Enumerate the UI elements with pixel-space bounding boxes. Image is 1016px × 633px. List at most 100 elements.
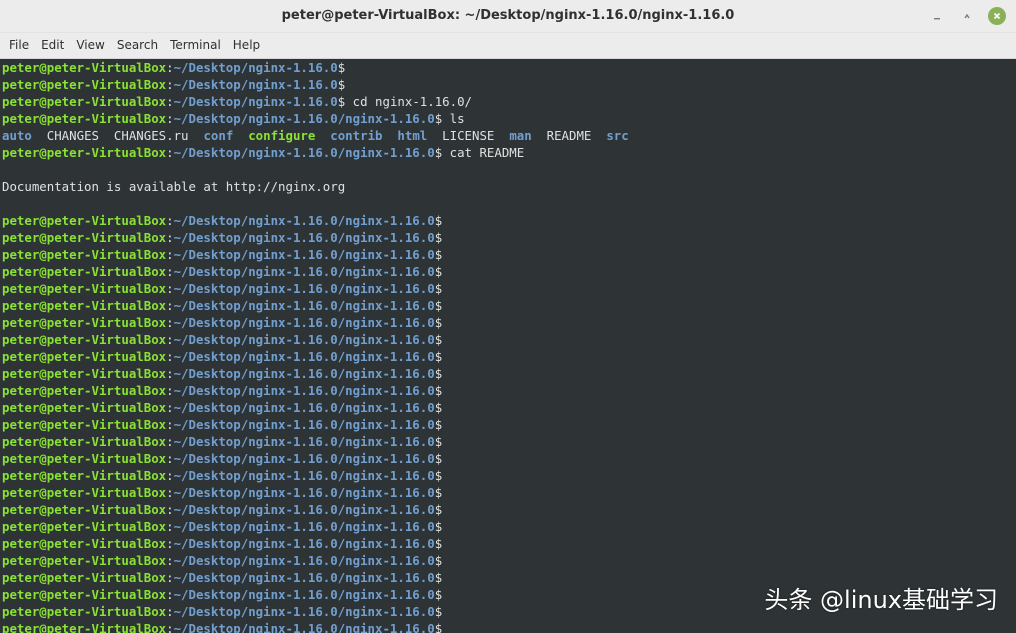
prompt-separator: : xyxy=(166,434,174,449)
prompt-dollar: $ xyxy=(337,60,346,75)
prompt-user: peter@peter-VirtualBox xyxy=(2,332,167,347)
watermark: 头条 @linux基础学习 xyxy=(764,586,998,614)
prompt-separator: : xyxy=(166,230,174,245)
ls-entry: README xyxy=(546,128,592,143)
prompt-dollar: $ xyxy=(434,604,443,619)
menu-help[interactable]: Help xyxy=(227,33,266,58)
window-controls xyxy=(928,7,1006,25)
prompt-dollar: $ xyxy=(434,383,443,398)
menu-terminal[interactable]: Terminal xyxy=(164,33,227,58)
menu-search[interactable]: Search xyxy=(111,33,164,58)
prompt-user: peter@peter-VirtualBox xyxy=(2,519,167,534)
prompt-separator: : xyxy=(166,519,174,534)
prompt-dollar: $ xyxy=(434,587,443,602)
prompt-path: ~/Desktop/nginx-1.16.0/nginx-1.16.0 xyxy=(173,349,435,364)
prompt-path: ~/Desktop/nginx-1.16.0 xyxy=(173,60,338,75)
maximize-button[interactable] xyxy=(958,7,976,25)
terminal-line: peter@peter-VirtualBox:~/Desktop/nginx-1… xyxy=(2,433,1016,450)
prompt-separator: : xyxy=(166,502,174,517)
prompt-user: peter@peter-VirtualBox xyxy=(2,315,167,330)
menu-view[interactable]: View xyxy=(70,33,110,58)
prompt-separator: : xyxy=(166,315,174,330)
ls-entry: conf xyxy=(203,128,234,143)
prompt-dollar: $ xyxy=(434,485,443,500)
terminal-line: peter@peter-VirtualBox:~/Desktop/nginx-1… xyxy=(2,59,1016,76)
terminal-line: peter@peter-VirtualBox:~/Desktop/nginx-1… xyxy=(2,348,1016,365)
prompt-dollar: $ xyxy=(434,553,443,568)
terminal-line: peter@peter-VirtualBox:~/Desktop/nginx-1… xyxy=(2,76,1016,93)
terminal-line: peter@peter-VirtualBox:~/Desktop/nginx-1… xyxy=(2,280,1016,297)
close-button[interactable] xyxy=(988,7,1006,25)
prompt-dollar: $ xyxy=(434,247,443,262)
prompt-user: peter@peter-VirtualBox xyxy=(2,451,167,466)
prompt-path: ~/Desktop/nginx-1.16.0/nginx-1.16.0 xyxy=(173,502,435,517)
prompt-dollar: $ xyxy=(434,621,443,633)
prompt-dollar: $ xyxy=(434,400,443,415)
prompt-separator: : xyxy=(166,111,174,126)
prompt-user: peter@peter-VirtualBox xyxy=(2,247,167,262)
prompt-separator: : xyxy=(166,60,174,75)
prompt-user: peter@peter-VirtualBox xyxy=(2,621,167,633)
menu-edit[interactable]: Edit xyxy=(35,33,70,58)
terminal-line: Documentation is available at http://ngi… xyxy=(2,178,1016,195)
prompt-user: peter@peter-VirtualBox xyxy=(2,587,167,602)
prompt-separator: : xyxy=(166,587,174,602)
prompt-separator: : xyxy=(166,536,174,551)
terminal-line: peter@peter-VirtualBox:~/Desktop/nginx-1… xyxy=(2,212,1016,229)
prompt-user: peter@peter-VirtualBox xyxy=(2,94,167,109)
ls-entry: html xyxy=(397,128,428,143)
prompt-separator: : xyxy=(166,451,174,466)
prompt-dollar: $ xyxy=(434,570,443,585)
prompt-path: ~/Desktop/nginx-1.16.0/nginx-1.16.0 xyxy=(173,553,435,568)
prompt-separator: : xyxy=(166,145,174,160)
prompt-user: peter@peter-VirtualBox xyxy=(2,383,167,398)
terminal-line: auto CHANGES CHANGES.ru conf configure c… xyxy=(2,127,1016,144)
prompt-user: peter@peter-VirtualBox xyxy=(2,77,167,92)
prompt-dollar: $ xyxy=(434,536,443,551)
prompt-separator: : xyxy=(166,77,174,92)
close-icon xyxy=(993,12,1001,20)
prompt-dollar: $ xyxy=(434,230,443,245)
prompt-user: peter@peter-VirtualBox xyxy=(2,298,167,313)
prompt-dollar: $ xyxy=(434,349,443,364)
prompt-separator: : xyxy=(166,94,174,109)
ls-entry: CHANGES xyxy=(46,128,99,143)
prompt-path: ~/Desktop/nginx-1.16.0/nginx-1.16.0 xyxy=(173,570,435,585)
terminal-output: peter@peter-VirtualBox:~/Desktop/nginx-1… xyxy=(0,59,1016,633)
terminal-line: peter@peter-VirtualBox:~/Desktop/nginx-1… xyxy=(2,297,1016,314)
minimize-button[interactable] xyxy=(928,7,946,25)
menu-file[interactable]: File xyxy=(3,33,35,58)
prompt-user: peter@peter-VirtualBox xyxy=(2,570,167,585)
terminal-line: peter@peter-VirtualBox:~/Desktop/nginx-1… xyxy=(2,484,1016,501)
prompt-path: ~/Desktop/nginx-1.16.0/nginx-1.16.0 xyxy=(173,332,435,347)
prompt-path: ~/Desktop/nginx-1.16.0/nginx-1.16.0 xyxy=(173,451,435,466)
prompt-separator: : xyxy=(166,485,174,500)
prompt-user: peter@peter-VirtualBox xyxy=(2,281,167,296)
terminal-line: peter@peter-VirtualBox:~/Desktop/nginx-1… xyxy=(2,229,1016,246)
prompt-user: peter@peter-VirtualBox xyxy=(2,553,167,568)
prompt-path: ~/Desktop/nginx-1.16.0/nginx-1.16.0 xyxy=(173,468,435,483)
prompt-separator: : xyxy=(166,553,174,568)
prompt-user: peter@peter-VirtualBox xyxy=(2,604,167,619)
terminal-area[interactable]: peter@peter-VirtualBox:~/Desktop/nginx-1… xyxy=(0,59,1016,633)
maximize-icon xyxy=(964,13,970,19)
prompt-separator: : xyxy=(166,247,174,262)
terminal-line: peter@peter-VirtualBox:~/Desktop/nginx-1… xyxy=(2,416,1016,433)
prompt-path: ~/Desktop/nginx-1.16.0/nginx-1.16.0 xyxy=(173,111,435,126)
prompt-path: ~/Desktop/nginx-1.16.0/nginx-1.16.0 xyxy=(173,366,435,381)
prompt-separator: : xyxy=(166,366,174,381)
prompt-path: ~/Desktop/nginx-1.16.0/nginx-1.16.0 xyxy=(173,587,435,602)
command-text: cat README xyxy=(442,145,525,160)
ls-entry: src xyxy=(606,128,629,143)
prompt-path: ~/Desktop/nginx-1.16.0/nginx-1.16.0 xyxy=(173,400,435,415)
title-bar[interactable]: peter@peter-VirtualBox: ~/Desktop/nginx-… xyxy=(0,0,1016,33)
prompt-dollar: $ xyxy=(434,213,443,228)
prompt-user: peter@peter-VirtualBox xyxy=(2,230,167,245)
minimize-icon xyxy=(934,18,940,20)
prompt-user: peter@peter-VirtualBox xyxy=(2,400,167,415)
prompt-separator: : xyxy=(166,281,174,296)
prompt-dollar: $ xyxy=(434,298,443,313)
terminal-line: peter@peter-VirtualBox:~/Desktop/nginx-1… xyxy=(2,399,1016,416)
terminal-line: peter@peter-VirtualBox:~/Desktop/nginx-1… xyxy=(2,467,1016,484)
